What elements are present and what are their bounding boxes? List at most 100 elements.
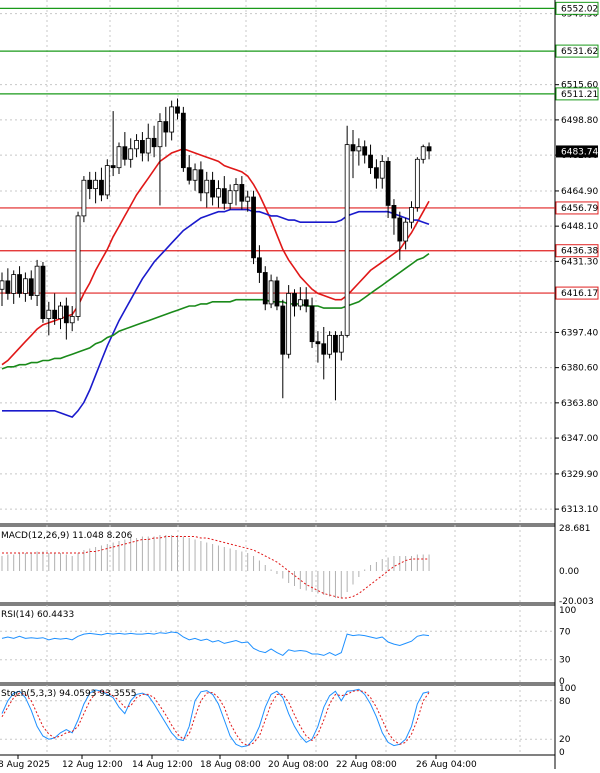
candle-up bbox=[93, 179, 98, 190]
price-tick-label: 6448.10 bbox=[561, 222, 598, 232]
candle-down bbox=[198, 169, 204, 194]
candle-up bbox=[414, 158, 420, 208]
time-tick-label: 20 Aug 08:00 bbox=[268, 760, 329, 769]
level-price-label: 6511.21 bbox=[561, 90, 598, 100]
candle-up bbox=[104, 165, 110, 196]
candle-down bbox=[99, 179, 104, 196]
macd-tick-label: 0.00 bbox=[559, 567, 579, 577]
candle-up bbox=[356, 146, 362, 152]
candle-down bbox=[17, 274, 22, 294]
time-tick-label: 8 Aug 2025 bbox=[0, 760, 50, 769]
candle-up bbox=[420, 146, 426, 160]
candle-up bbox=[192, 169, 198, 181]
price-tick-label: 6313.10 bbox=[561, 505, 598, 515]
candle-down bbox=[321, 343, 327, 355]
candle-down bbox=[110, 165, 116, 169]
candle-down bbox=[122, 146, 128, 160]
candle-down bbox=[28, 278, 34, 296]
candle-up bbox=[22, 278, 28, 294]
chart-canvas: 6549.506515.606498.806482.006464.906448.… bbox=[0, 0, 599, 770]
macd-tick-label: 28.681 bbox=[559, 524, 591, 534]
trading-chart: 6549.506515.606498.806482.006464.906448.… bbox=[0, 0, 600, 770]
candle-down bbox=[151, 137, 157, 148]
candle-down bbox=[292, 293, 297, 307]
candle-down bbox=[350, 144, 356, 152]
candle-down bbox=[180, 112, 186, 169]
candle-up bbox=[268, 280, 274, 305]
grid bbox=[0, 0, 555, 755]
candle-up bbox=[379, 160, 385, 179]
price-tick-label: 6363.80 bbox=[561, 399, 598, 409]
time-axis: 8 Aug 2025 12 Aug 12:00 14 Aug 12:00 18 Aug… bbox=[0, 755, 477, 770]
candle-up bbox=[157, 121, 163, 148]
candle-down bbox=[309, 305, 315, 343]
candle-up bbox=[46, 309, 52, 319]
price-tick-label: 6397.40 bbox=[561, 328, 598, 338]
candle-down bbox=[5, 280, 11, 294]
price-tick-label: 6329.90 bbox=[561, 470, 598, 480]
candle-up bbox=[134, 140, 139, 150]
candle-up bbox=[34, 265, 40, 296]
candle-down bbox=[40, 265, 46, 319]
candle-down bbox=[315, 341, 321, 345]
candle-down bbox=[221, 188, 227, 204]
candle-down bbox=[373, 167, 379, 179]
candle-down bbox=[256, 257, 262, 273]
candle-down bbox=[397, 217, 403, 242]
time-tick-label: 12 Aug 12:00 bbox=[62, 760, 123, 769]
candle-up bbox=[169, 106, 175, 133]
stoch-tick-label: 20 bbox=[559, 735, 571, 745]
level-price-label: 6436.38 bbox=[561, 247, 598, 257]
candle-down bbox=[210, 179, 216, 198]
candle-down bbox=[175, 106, 180, 114]
stoch-tick-label: 100 bbox=[559, 684, 576, 694]
candle-down bbox=[87, 179, 93, 190]
level-price-label: 6416.17 bbox=[561, 289, 598, 299]
rsi-panel: 10070300 bbox=[0, 606, 576, 687]
candle-up bbox=[0, 280, 5, 290]
price-tick-label: 6380.60 bbox=[561, 364, 598, 374]
candle-up bbox=[116, 146, 122, 169]
candle-down bbox=[426, 146, 432, 152]
candle-down bbox=[362, 146, 368, 156]
candle-up bbox=[245, 196, 251, 202]
candle-down bbox=[274, 280, 280, 307]
candle-up bbox=[204, 179, 210, 194]
candle-down bbox=[333, 334, 338, 353]
candle-down bbox=[163, 121, 169, 133]
level-price-label: 6456.79 bbox=[561, 204, 598, 214]
price-axis: 6549.506515.606498.806482.006464.906448.… bbox=[555, 1, 599, 515]
stoch-tick-label: 80 bbox=[559, 697, 571, 707]
candle-down bbox=[63, 305, 69, 324]
candle-up bbox=[327, 334, 333, 355]
candle-up bbox=[338, 334, 344, 353]
candle-up bbox=[227, 190, 233, 204]
stoch-tick-label: 0 bbox=[559, 748, 565, 758]
candle-up bbox=[145, 137, 151, 154]
price-tick-label: 6464.90 bbox=[561, 187, 598, 197]
price-tick-label: 6347.00 bbox=[561, 434, 598, 444]
time-tick-label: 14 Aug 12:00 bbox=[132, 760, 193, 769]
candle-up bbox=[11, 274, 17, 294]
candle-down bbox=[262, 272, 268, 305]
macd-label: MACD(12,26,9) 11.048 8.206 bbox=[1, 531, 133, 541]
candle-down bbox=[303, 299, 309, 307]
stoch-label: Stoch(5,3,3) 94.0593 93.3555 bbox=[1, 689, 136, 699]
candle-up bbox=[58, 305, 63, 319]
time-tick-label: 26 Aug 04:00 bbox=[416, 760, 477, 769]
candle-down bbox=[368, 154, 373, 169]
candle-down bbox=[139, 140, 145, 154]
rsi-tick-label: 100 bbox=[559, 606, 576, 616]
time-tick-label: 18 Aug 08:00 bbox=[200, 760, 261, 769]
candle-up bbox=[403, 221, 409, 242]
candle-down bbox=[280, 305, 286, 355]
candle-up bbox=[286, 293, 292, 355]
candle-up bbox=[233, 184, 239, 192]
candles bbox=[0, 98, 432, 401]
candle-up bbox=[128, 148, 134, 160]
price-tick-label: 6431.30 bbox=[561, 257, 598, 267]
level-price-label: 6531.62 bbox=[561, 47, 598, 57]
candle-up bbox=[81, 179, 87, 217]
candle-up bbox=[409, 207, 414, 223]
horizontal-levels bbox=[0, 7, 555, 294]
